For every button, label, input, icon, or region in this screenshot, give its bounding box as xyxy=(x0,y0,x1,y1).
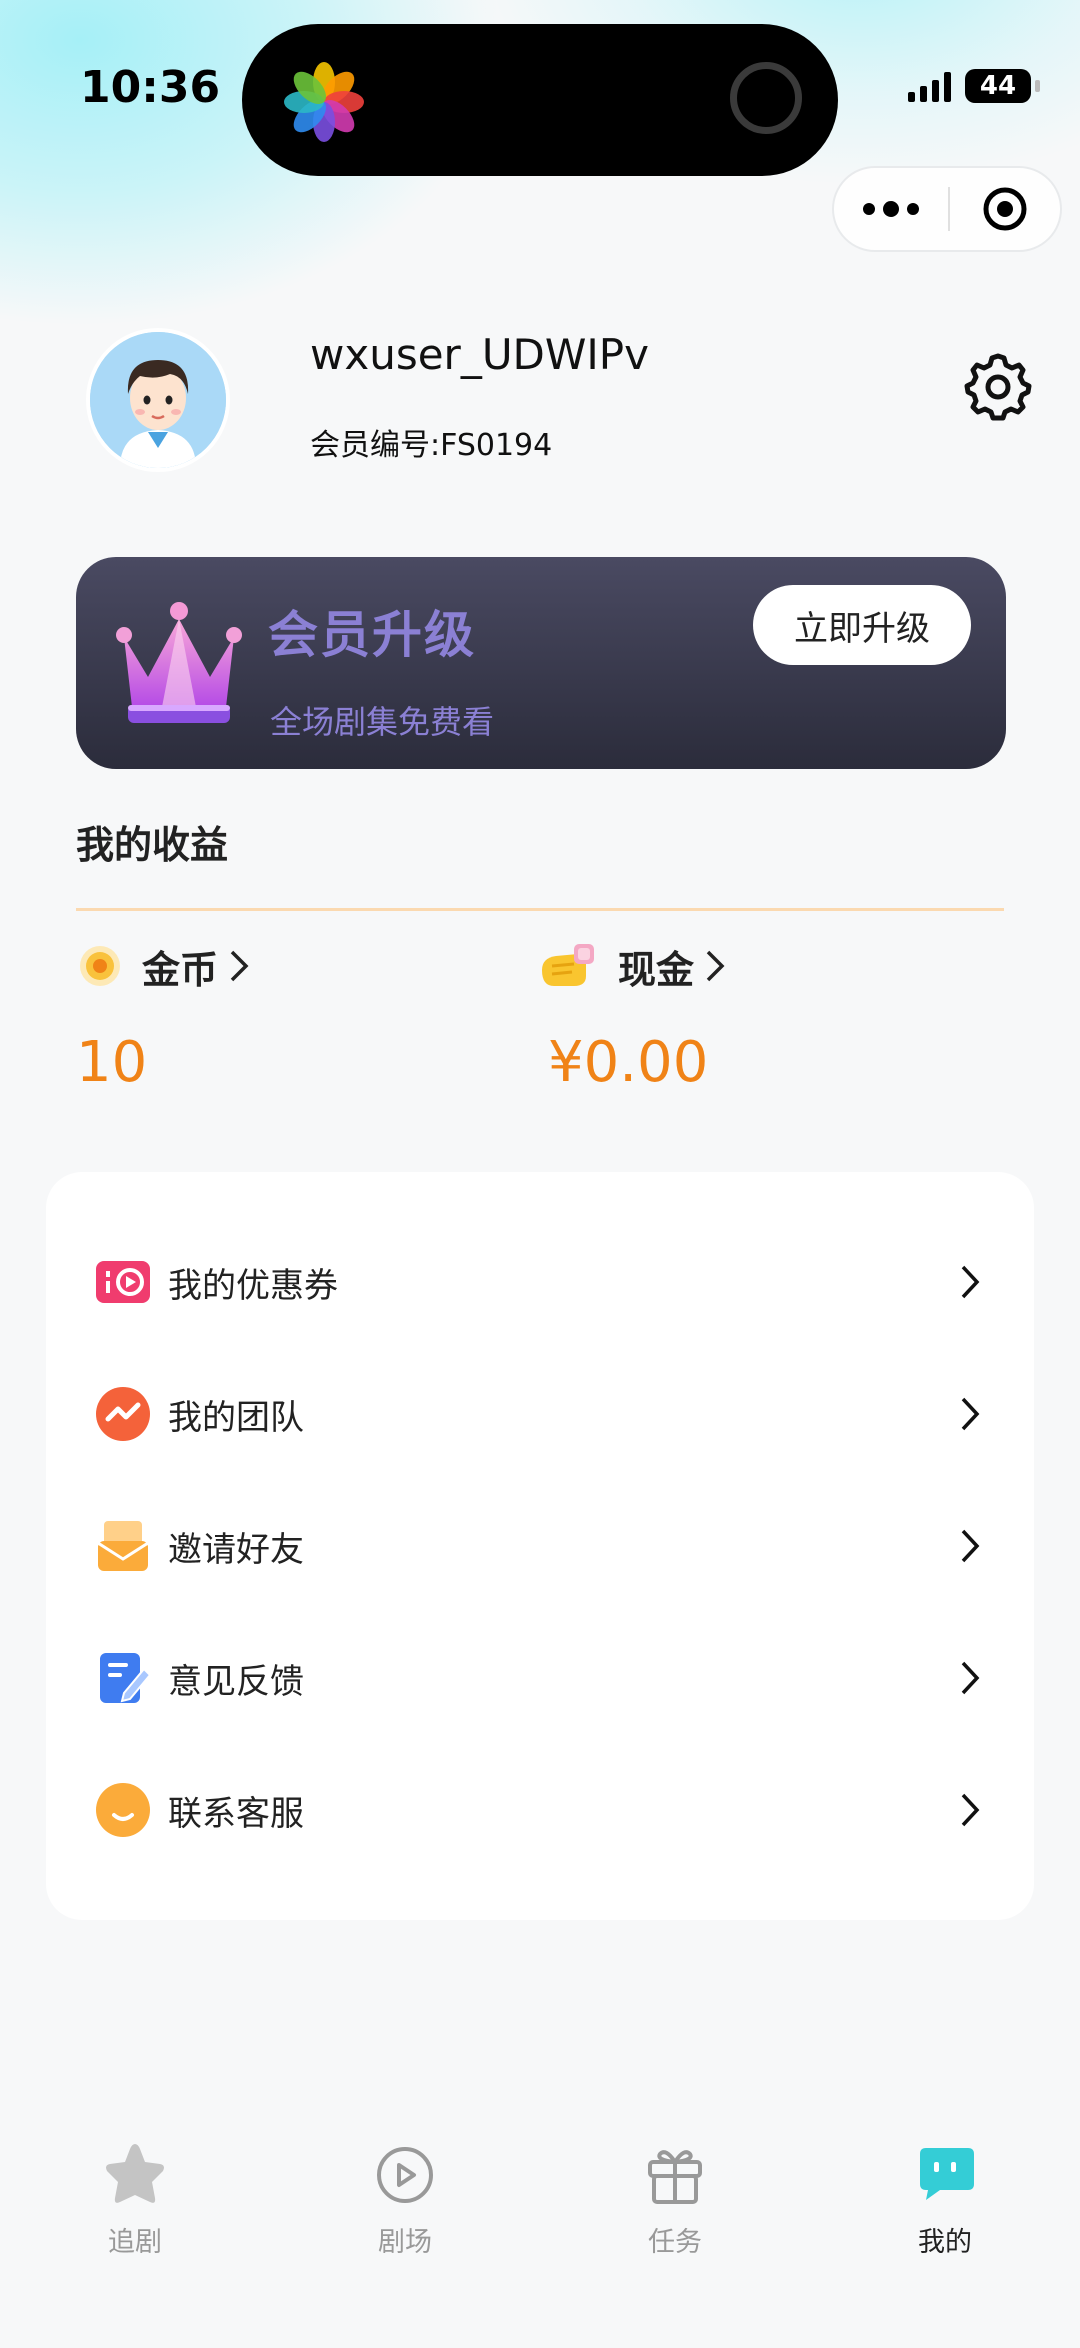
tab-theater[interactable]: 剧场 xyxy=(325,2140,485,2259)
coins-label: 金币 xyxy=(142,947,219,992)
cash-link[interactable]: 现金 xyxy=(538,938,726,994)
vip-upgrade-card[interactable]: 会员升级 全场剧集免费看 立即升级 xyxy=(76,557,1006,769)
coupon-icon xyxy=(96,1261,150,1303)
menu-item-team[interactable]: 我的团队 xyxy=(46,1348,1034,1480)
team-icon xyxy=(96,1387,150,1441)
loading-spinner-icon xyxy=(730,62,802,134)
menu-label: 我的优惠券 xyxy=(168,1265,338,1306)
coins-link[interactable]: 金币 xyxy=(78,938,250,994)
tab-label: 剧场 xyxy=(378,2227,432,2258)
coins-value: 10 xyxy=(76,1030,148,1095)
member-id: 会员编号:FS0194 xyxy=(310,428,553,463)
menu-item-coupons[interactable]: 我的优惠券 xyxy=(46,1216,1034,1348)
cash-label: 现金 xyxy=(618,947,695,992)
tab-tasks[interactable]: 任务 xyxy=(595,2140,755,2259)
vip-title: 会员升级 xyxy=(268,606,476,664)
username: wxuser_UDWIPv xyxy=(310,330,649,379)
tab-follow-drama[interactable]: 追剧 xyxy=(55,2140,215,2259)
chevron-right-icon xyxy=(961,1397,980,1431)
menu-item-feedback[interactable]: 意见反馈 xyxy=(46,1612,1034,1744)
earnings-title: 我的收益 xyxy=(76,823,229,867)
menu-item-customer-service[interactable]: 联系客服 xyxy=(46,1744,1034,1876)
invite-icon xyxy=(97,1521,149,1571)
bottom-tab-bar: 追剧 剧场 任务 我的 xyxy=(0,2110,1080,2300)
chevron-right-icon xyxy=(706,950,725,982)
customer-service-icon xyxy=(96,1783,150,1837)
chevron-right-icon xyxy=(961,1661,980,1695)
tab-label: 追剧 xyxy=(108,2227,162,2258)
signal-icon xyxy=(908,70,951,102)
cash-value: ¥0.00 xyxy=(548,1030,709,1095)
chevron-right-icon xyxy=(961,1265,980,1299)
battery-icon: 44 xyxy=(965,69,1031,103)
dynamic-island xyxy=(242,24,838,176)
cash-hand-icon xyxy=(542,944,594,986)
star-icon xyxy=(106,2144,164,2203)
close-miniprogram-icon[interactable] xyxy=(950,185,1060,233)
earnings-divider xyxy=(76,908,1004,911)
play-circle-icon xyxy=(377,2147,433,2203)
photos-app-icon xyxy=(284,62,364,142)
menu-label: 联系客服 xyxy=(168,1793,304,1834)
status-time: 10:36 xyxy=(80,62,221,113)
crown-icon xyxy=(116,602,242,723)
menu-item-invite[interactable]: 邀请好友 xyxy=(46,1480,1034,1612)
menu-label: 意见反馈 xyxy=(168,1661,304,1702)
chevron-right-icon xyxy=(961,1793,980,1827)
tab-mine[interactable]: 我的 xyxy=(865,2140,1025,2259)
battery-cap xyxy=(1035,80,1040,92)
chevron-right-icon xyxy=(961,1529,980,1563)
status-indicators: 44 xyxy=(908,64,1040,108)
menu-card: 我的优惠券 我的团队 邀请好友 意见反馈 联系客服 xyxy=(46,1172,1034,1920)
miniprogram-capsule xyxy=(832,166,1062,252)
profile-chat-icon xyxy=(920,2148,974,2200)
feedback-icon xyxy=(100,1653,152,1703)
more-icon[interactable] xyxy=(834,201,948,217)
tab-label: 任务 xyxy=(648,2227,702,2258)
tab-label: 我的 xyxy=(918,2227,972,2258)
menu-label: 我的团队 xyxy=(168,1397,304,1438)
upgrade-now-button[interactable]: 立即升级 xyxy=(753,585,971,665)
chevron-right-icon xyxy=(230,950,249,982)
coin-icon xyxy=(80,946,120,986)
vip-subtitle: 全场剧集免费看 xyxy=(270,703,495,741)
menu-label: 邀请好友 xyxy=(168,1529,304,1570)
avatar[interactable] xyxy=(86,328,230,472)
settings-gear-icon[interactable] xyxy=(962,350,1034,422)
gift-icon xyxy=(648,2150,702,2204)
